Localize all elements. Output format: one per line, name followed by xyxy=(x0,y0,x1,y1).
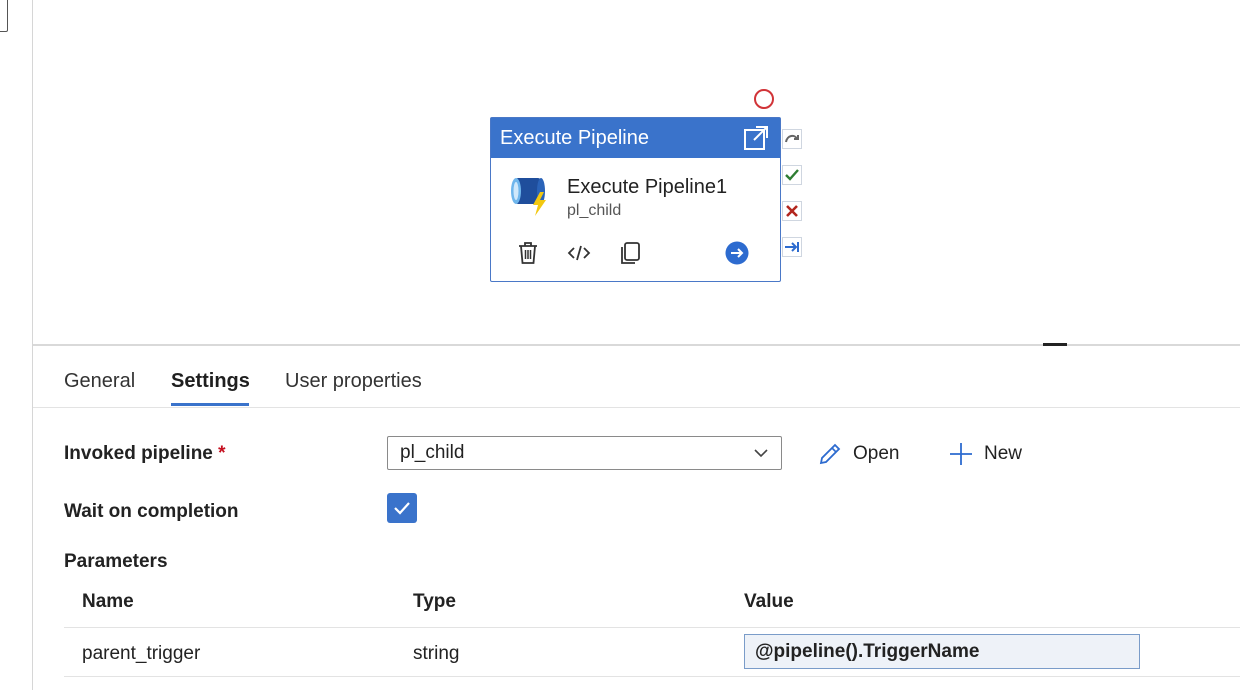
tab-user-properties[interactable]: User properties xyxy=(285,370,422,393)
table-divider-bottom xyxy=(64,676,1240,677)
code-icon[interactable] xyxy=(566,240,592,266)
tab-settings[interactable]: Settings xyxy=(171,370,250,393)
required-mark: * xyxy=(218,443,226,464)
node-header: Execute Pipeline xyxy=(491,118,780,158)
copy-icon[interactable] xyxy=(617,240,643,266)
left-rail xyxy=(0,0,33,690)
invoked-pipeline-label: Invoked pipeline * xyxy=(64,443,226,464)
new-button[interactable]: New xyxy=(948,441,1022,467)
go-arrow-icon[interactable] xyxy=(724,240,750,266)
column-header-value: Value xyxy=(744,591,794,612)
active-tab-indicator xyxy=(171,403,249,406)
node-header-title: Execute Pipeline xyxy=(500,126,649,149)
table-divider xyxy=(64,627,1240,628)
node-actions xyxy=(491,240,780,272)
new-button-label: New xyxy=(984,443,1023,464)
pencil-icon xyxy=(819,443,841,465)
param-type: string xyxy=(413,643,460,664)
activity-node[interactable]: Execute Pipeline Execute Pipeline1 pl_ch… xyxy=(490,117,781,282)
activity-name: Execute Pipeline1 xyxy=(567,176,728,198)
completion-output-icon[interactable] xyxy=(782,237,802,257)
invoked-pipeline-select[interactable]: pl_child xyxy=(387,436,782,470)
delete-icon[interactable] xyxy=(515,240,541,266)
properties-tabs: General Settings User properties xyxy=(33,346,1240,408)
rail-toggle[interactable] xyxy=(0,0,8,32)
checkmark-icon xyxy=(394,502,410,515)
pipeline-reference: pl_child xyxy=(567,202,622,219)
param-value-input[interactable] xyxy=(744,634,1140,669)
param-name: parent_trigger xyxy=(82,643,201,664)
column-header-type: Type xyxy=(413,591,456,612)
invoked-pipeline-value: pl_child xyxy=(400,442,465,463)
open-external-icon[interactable] xyxy=(742,124,770,152)
tab-general[interactable]: General xyxy=(64,370,135,393)
chevron-down-icon xyxy=(754,449,768,458)
wait-on-completion-label: Wait on completion xyxy=(64,501,239,522)
node-body: Execute Pipeline1 pl_child xyxy=(491,158,780,281)
column-header-name: Name xyxy=(82,591,134,612)
wait-on-completion-checkbox[interactable] xyxy=(387,493,417,523)
failure-output-icon[interactable] xyxy=(782,201,802,221)
status-circle-icon xyxy=(754,89,774,109)
execute-pipeline-icon xyxy=(511,178,546,216)
success-output-icon[interactable] xyxy=(782,165,802,185)
open-button-label: Open xyxy=(853,443,900,464)
skip-output-icon[interactable] xyxy=(782,129,802,149)
parameters-label: Parameters xyxy=(64,551,168,572)
plus-icon xyxy=(950,443,972,465)
open-button[interactable]: Open xyxy=(817,441,899,467)
